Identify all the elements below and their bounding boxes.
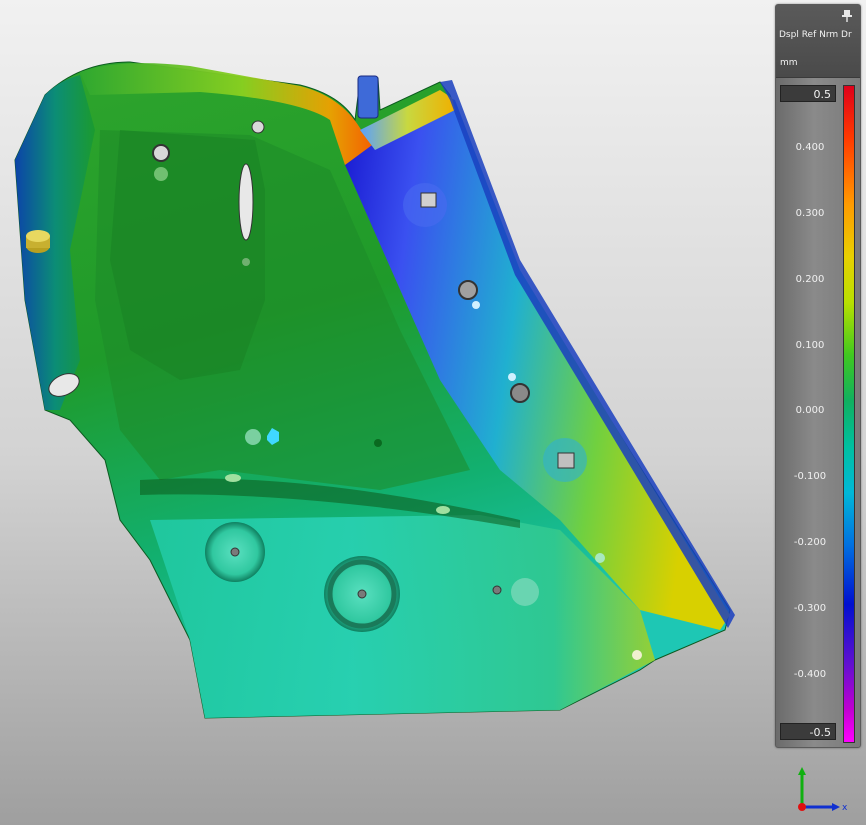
pin-icon[interactable] [842,10,852,22]
part-dot [632,650,642,660]
part-boss [511,578,539,606]
legend-tick: -0.300 [793,603,827,614]
part-hole [357,589,367,599]
part-dot [595,553,605,563]
part-locator-pin [26,230,50,253]
part-dot [225,474,241,482]
part-slot [238,163,254,241]
part-hole [152,144,170,162]
part-dot [154,167,168,181]
part-dot [245,429,261,445]
part-dot [508,373,516,381]
part-dot [472,301,480,309]
part-hole [510,383,530,403]
color-legend[interactable]: Dspl Ref Nrm Dr mm 0.5 0.400 0.300 0.200… [775,4,861,748]
part-upper-pocket [110,130,265,380]
legend-tick: -0.400 [793,669,827,680]
part-hole [230,547,240,557]
part-square-hole [420,192,437,208]
part-top-tab [357,75,379,119]
legend-max-field[interactable]: 0.5 [780,85,836,102]
part-hole [251,120,265,134]
part-dot [374,439,382,447]
legend-unit: mm [780,58,798,68]
legend-tick: 0.100 [795,340,825,351]
legend-tick: 0.400 [795,142,825,153]
part-square-hole [557,452,575,469]
legend-color-bar [843,85,855,743]
part-hole [492,585,502,595]
axis-x-label: x [842,803,848,813]
3d-viewport[interactable] [0,0,866,825]
legend-tick: 0.300 [795,208,825,219]
legend-tick: -0.200 [793,537,827,548]
legend-tick: 0.000 [795,405,825,416]
legend-title: Dspl Ref Nrm Dr [779,30,852,40]
legend-header[interactable]: Dspl Ref Nrm Dr mm [776,5,860,78]
axis-triad-icon: x [798,767,848,813]
legend-min-field[interactable]: -0.5 [780,723,836,740]
legend-tick: 0.200 [795,274,825,285]
part-dot [242,258,250,266]
part-hole [458,280,478,300]
legend-tick: -0.100 [793,471,827,482]
part-dot [436,506,450,514]
